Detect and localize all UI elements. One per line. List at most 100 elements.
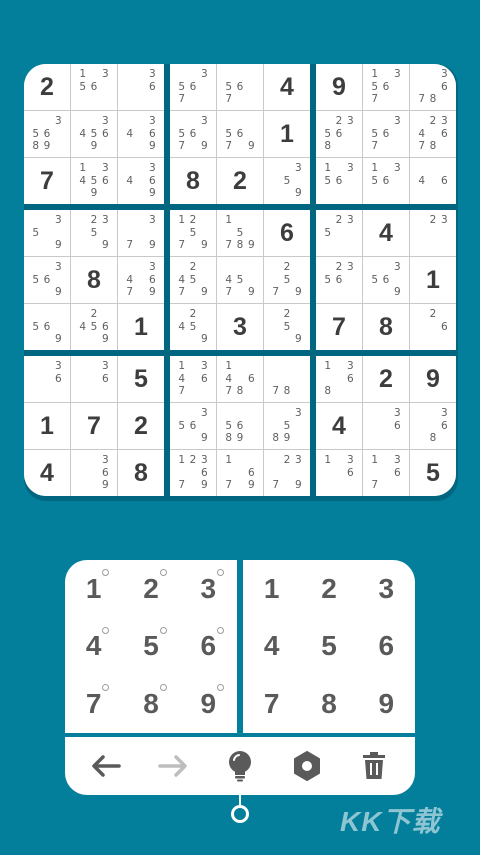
sudoku-cell[interactable]: 8 [170, 158, 216, 204]
sudoku-cell[interactable]: 36 [363, 403, 409, 449]
sudoku-cell[interactable]: 3 567 9 [170, 111, 216, 157]
sudoku-cell[interactable]: 359 [264, 158, 310, 204]
sudoku-cell[interactable]: 2 [24, 64, 70, 110]
number-key[interactable]: 6 [358, 618, 415, 676]
sudoku-cell[interactable]: 1 [410, 257, 456, 303]
sudoku-cell[interactable]: 567 [217, 64, 263, 110]
sudoku-cell[interactable]: 3 569 [24, 257, 70, 303]
sudoku-cell[interactable]: 1679 [217, 450, 263, 496]
sudoku-cell[interactable]: 7 [71, 403, 117, 449]
sudoku-cell[interactable]: 259 [264, 304, 310, 350]
sudoku-cell[interactable]: 1 [118, 304, 164, 350]
sudoku-cell[interactable]: 2 [363, 356, 409, 402]
number-key[interactable]: 8 [300, 675, 357, 733]
sudoku-cell[interactable]: 36 [71, 356, 117, 402]
hint-button[interactable] [220, 746, 260, 786]
sudoku-cell[interactable]: 1 36 [316, 450, 362, 496]
sudoku-cell[interactable]: 23 5 [316, 210, 362, 256]
sudoku-cell[interactable]: 5 [410, 450, 456, 496]
sudoku-cell[interactable]: 1236 7 9 [170, 450, 216, 496]
pencil-key[interactable]: 1 [65, 560, 122, 618]
sudoku-cell[interactable]: 2457 9 [170, 257, 216, 303]
sudoku-cell[interactable]: 3 [217, 304, 263, 350]
number-key[interactable]: 9 [358, 675, 415, 733]
sudoku-cell[interactable]: 1257 9 [170, 210, 216, 256]
sudoku-cell[interactable]: 23 4 6 78 [410, 111, 456, 157]
sudoku-cell[interactable]: 1 3 4 6 7 [170, 356, 216, 402]
sudoku-cell[interactable]: 9 [410, 356, 456, 402]
settings-button[interactable] [287, 746, 327, 786]
sudoku-cell[interactable]: 1 3 567 [363, 64, 409, 110]
sudoku-cell[interactable]: 3 4 69 [118, 111, 164, 157]
sudoku-cell[interactable]: 3 567 [170, 64, 216, 110]
sudoku-cell[interactable]: 23 [410, 210, 456, 256]
sudoku-cell[interactable]: 24569 [71, 304, 117, 350]
sudoku-cell[interactable]: 26 [410, 304, 456, 350]
sudoku-cell[interactable]: 23 56 [316, 257, 362, 303]
sudoku-cell[interactable]: 46 [410, 158, 456, 204]
sudoku-cell[interactable]: 369 [71, 450, 117, 496]
sudoku-cell[interactable]: 3 569 [170, 403, 216, 449]
sudoku-cell[interactable]: 3 4 6 7 9 [118, 257, 164, 303]
pencil-key[interactable]: 3 [180, 560, 237, 618]
sudoku-cell[interactable]: 569 [24, 304, 70, 350]
sudoku-cell[interactable]: 23 7 9 [264, 450, 310, 496]
undo-button[interactable] [86, 746, 126, 786]
sudoku-cell[interactable]: 78 [264, 356, 310, 402]
sudoku-cell[interactable]: 6 [264, 210, 310, 256]
sudoku-cell[interactable]: 3 7 9 [118, 210, 164, 256]
sudoku-cell[interactable]: 359 [24, 210, 70, 256]
sudoku-cell[interactable]: 1 36 7 [363, 450, 409, 496]
sudoku-cell[interactable]: 1 3 56 [363, 158, 409, 204]
sudoku-cell[interactable]: 36 [24, 356, 70, 402]
sudoku-cell[interactable]: 1 [24, 403, 70, 449]
sudoku-cell[interactable]: 3 5689 [24, 111, 70, 157]
sudoku-cell[interactable]: 14 6 78 [217, 356, 263, 402]
sudoku-cell[interactable]: 23 568 [316, 111, 362, 157]
sudoku-cell[interactable]: 5689 [217, 403, 263, 449]
sudoku-cell[interactable]: 4 [264, 64, 310, 110]
sudoku-cell[interactable]: 1 36 8 [316, 356, 362, 402]
sudoku-cell[interactable]: 36 78 [410, 64, 456, 110]
sudoku-cell[interactable]: 8 [118, 450, 164, 496]
sudoku-cell[interactable]: 7 [316, 304, 362, 350]
pencil-key[interactable]: 6 [180, 618, 237, 676]
sudoku-cell[interactable]: 4 [316, 403, 362, 449]
sudoku-cell[interactable]: 1 3 4569 [71, 158, 117, 204]
sudoku-cell[interactable]: 3 4569 [71, 111, 117, 157]
pencil-key[interactable]: 4 [65, 618, 122, 676]
sudoku-cell[interactable]: 5 [118, 356, 164, 402]
sudoku-cell[interactable]: 9 [316, 64, 362, 110]
sudoku-cell[interactable]: 7 [24, 158, 70, 204]
sudoku-cell[interactable]: 457 9 [217, 257, 263, 303]
number-key[interactable]: 1 [243, 560, 300, 618]
sudoku-cell[interactable]: 567 9 [217, 111, 263, 157]
sudoku-cell[interactable]: 2359 [71, 210, 117, 256]
number-key[interactable]: 3 [358, 560, 415, 618]
sudoku-cell[interactable]: 3 567 [363, 111, 409, 157]
sudoku-cell[interactable]: 257 9 [264, 257, 310, 303]
sudoku-cell[interactable]: 3589 [264, 403, 310, 449]
number-key[interactable]: 4 [243, 618, 300, 676]
sudoku-cell[interactable]: 4 [24, 450, 70, 496]
sudoku-cell[interactable]: 2459 [170, 304, 216, 350]
pencil-key[interactable]: 5 [122, 618, 179, 676]
sudoku-cell[interactable]: 15789 [217, 210, 263, 256]
sudoku-cell[interactable]: 3 4 69 [118, 158, 164, 204]
sudoku-cell[interactable]: 1 [264, 111, 310, 157]
sudoku-cell[interactable]: 36 [118, 64, 164, 110]
sudoku-cell[interactable]: 2 [118, 403, 164, 449]
pencil-key[interactable]: 9 [180, 675, 237, 733]
sudoku-cell[interactable]: 8 [71, 257, 117, 303]
sudoku-cell[interactable]: 2 [217, 158, 263, 204]
number-key[interactable]: 5 [300, 618, 357, 676]
redo-button[interactable] [153, 746, 193, 786]
sudoku-cell[interactable]: 8 [363, 304, 409, 350]
number-key[interactable]: 2 [300, 560, 357, 618]
sudoku-cell[interactable]: 3 569 [363, 257, 409, 303]
sudoku-cell[interactable]: 1 3 56 [316, 158, 362, 204]
sudoku-cell[interactable]: 1 3 56 [71, 64, 117, 110]
number-key[interactable]: 7 [243, 675, 300, 733]
delete-button[interactable] [354, 746, 394, 786]
pencil-key[interactable]: 8 [122, 675, 179, 733]
